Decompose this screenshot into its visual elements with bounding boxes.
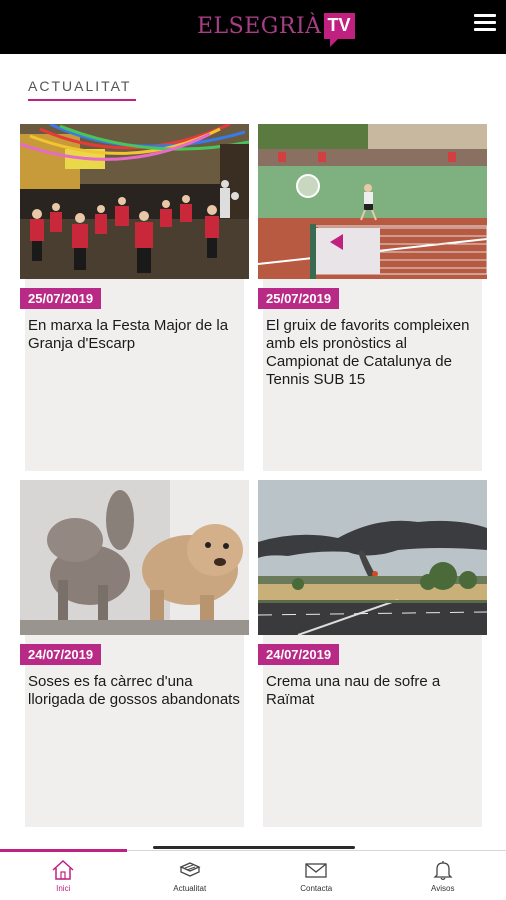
bottom-navigation: Inici Actualitat Contacta Avisos [0,849,506,900]
hamburger-menu-icon[interactable] [474,14,496,36]
section-title: ACTUALITAT [28,78,132,94]
envelope-icon [305,863,327,878]
nav-label: Inici [56,884,71,893]
article-image [20,124,249,279]
article-title[interactable]: Soses es fa càrrec d'una llorigada de go… [28,673,240,709]
article-card[interactable]: 24/07/2019 Soses es fa càrrec d'una llor… [20,480,249,827]
newspaper-icon [179,862,201,877]
logo-tv-badge: TV [323,13,355,47]
bell-icon [433,861,453,881]
date-badge: 24/07/2019 [258,644,340,665]
nav-label: Actualitat [173,884,207,893]
nav-item-inici[interactable]: Inici [0,849,127,900]
scroll-indicator [153,846,355,849]
app-header: ELSEGRIÀ TV [0,0,506,54]
article-card[interactable]: 24/07/2019 Crema una nau de sofre a Raïm… [258,480,487,827]
article-image [258,124,487,279]
section-heading: ACTUALITAT [28,78,136,101]
section-underline [28,99,136,101]
nav-item-avisos[interactable]: Avisos [380,851,506,900]
date-badge: 25/07/2019 [258,288,340,309]
article-title[interactable]: En marxa la Festa Major de la Granja d'E… [28,317,240,353]
article-image [258,480,487,635]
nav-label: Contacta [300,884,333,893]
article-card[interactable]: 25/07/2019 En marxa la Festa Major de la… [20,124,249,471]
date-badge: 25/07/2019 [20,288,102,309]
nav-item-contacta[interactable]: Contacta [253,851,380,900]
article-title[interactable]: El gruix de favorits compleixen amb els … [266,317,478,389]
article-image [20,480,249,635]
nav-item-actualitat[interactable]: Actualitat [127,851,254,900]
home-icon [52,859,74,880]
article-card[interactable]: 25/07/2019 El gruix de favorits compleix… [258,124,487,471]
article-title[interactable]: Crema una nau de sofre a Raïmat [266,673,478,709]
app-logo[interactable]: ELSEGRIÀ TV [197,6,355,47]
nav-label: Avisos [431,884,455,893]
date-badge: 24/07/2019 [20,644,102,665]
logo-text: ELSEGRIÀ [197,13,322,39]
